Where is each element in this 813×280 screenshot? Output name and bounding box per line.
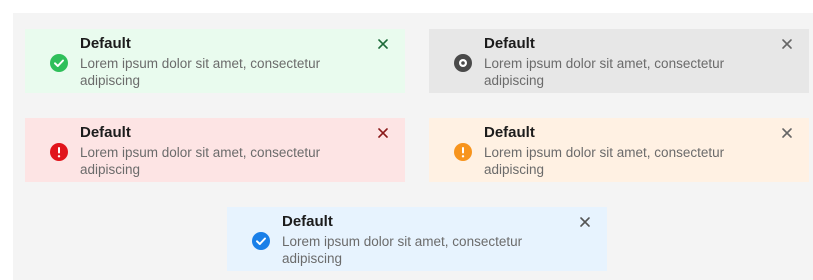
alert-message: Lorem ipsum dolor sit amet, consectetur … — [484, 145, 725, 177]
close-icon[interactable] — [377, 38, 389, 50]
alert-title: Default — [282, 213, 333, 230]
alert-message: Lorem ipsum dolor sit amet, consectetur … — [484, 56, 725, 88]
close-icon[interactable] — [781, 38, 793, 50]
exclamation-circle-icon — [50, 143, 68, 161]
alert-success: Default Lorem ipsum dolor sit amet, cons… — [25, 29, 405, 93]
exclamation-circle-icon — [454, 143, 472, 161]
alert-message: Lorem ipsum dolor sit amet, consectetur … — [80, 56, 321, 88]
alert-title: Default — [484, 35, 535, 52]
alert-message: Lorem ipsum dolor sit amet, consectetur … — [80, 145, 321, 177]
alert-warning: Default Lorem ipsum dolor sit amet, cons… — [429, 118, 809, 182]
alert-error: Default Lorem ipsum dolor sit amet, cons… — [25, 118, 405, 182]
alert-title: Default — [80, 35, 131, 52]
alert-info: Default Lorem ipsum dolor sit amet, cons… — [227, 207, 607, 271]
check-circle-icon — [252, 232, 270, 250]
alert-message: Lorem ipsum dolor sit amet, consectetur … — [282, 234, 523, 266]
alert-title: Default — [80, 124, 131, 141]
close-icon[interactable] — [377, 127, 389, 139]
close-icon[interactable] — [579, 216, 591, 228]
alert-title: Default — [484, 124, 535, 141]
alert-neutral: Default Lorem ipsum dolor sit amet, cons… — [429, 29, 809, 93]
check-circle-icon — [50, 54, 68, 72]
close-icon[interactable] — [781, 127, 793, 139]
dot-circle-icon — [454, 54, 472, 72]
